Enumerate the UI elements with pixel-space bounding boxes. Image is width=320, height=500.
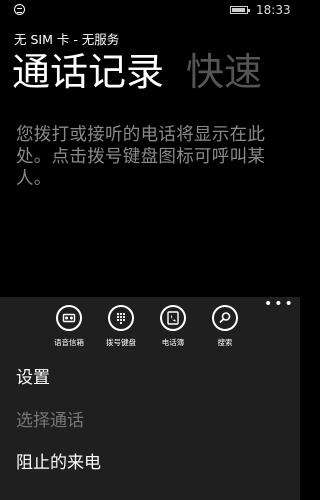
search-label: 搜索 [217,338,233,347]
voicemail-label: 语音信箱 [54,338,84,347]
voicemail-icon [56,305,82,331]
search-icon [212,305,238,331]
voicemail-button[interactable]: 语音信箱 [42,305,96,348]
menu-item-settings[interactable]: 设置 [16,367,50,389]
menu-item-select-calls[interactable]: 选择通话 [16,410,84,432]
status-time: 18:33 [256,3,291,17]
phonebook-button[interactable]: 电话簿 [146,305,200,348]
empty-history-message: 您拨打或接听的电话将显示在此处。点击拨号键盘图标可呼叫某人。 [16,125,266,189]
status-bar: 18:33 [0,0,300,20]
phonebook-icon [160,305,186,331]
keypad-label: 拨号键盘 [106,338,136,347]
menu-item-blocked-calls[interactable]: 阻止的来电 [16,452,101,474]
carrier-status: 无 SIM 卡 - 无服务 [14,32,120,47]
phonebook-label: 电话簿 [161,338,185,347]
keypad-button[interactable]: 拨号键盘 [94,305,148,348]
keypad-icon [108,305,134,331]
pivot-header: 通话记录 快速 [12,50,284,94]
battery-icon [230,6,250,14]
sim-status-icon [14,4,25,15]
tab-call-history[interactable]: 通话记录 [12,50,164,94]
search-button[interactable]: 搜索 [198,305,252,348]
app-bar-buttons: 语音信箱 拨号键盘 电话簿 搜索 [0,305,300,355]
tab-speed-dial[interactable]: 快速 [186,50,262,94]
app-bar: ••• 语音信箱 拨号键盘 电话簿 搜索 设置 选择通话 阻止的来电 [0,297,300,500]
